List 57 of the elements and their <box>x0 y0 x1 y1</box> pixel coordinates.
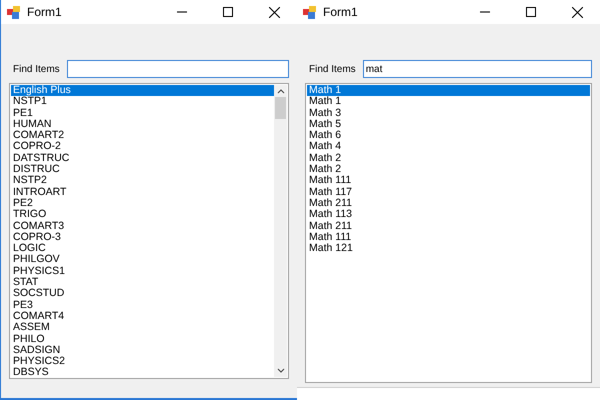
list-item[interactable]: COMART4 <box>11 310 274 322</box>
list-item[interactable]: Math 211 <box>307 198 590 210</box>
list-item[interactable]: INTROART <box>11 186 274 198</box>
list-item[interactable]: SOCSTUD <box>11 288 274 300</box>
list-item[interactable]: NSTP2 <box>11 175 274 187</box>
close-icon[interactable] <box>268 6 280 18</box>
window-title: Form1 <box>323 5 359 19</box>
items-listbox[interactable]: English Plus NSTP1 PE1 HUMAN COMART2 COPRO-2 DATSTRUC DISTRUC NSTP2 INTROART PE2 TRIGO COMART3 COPRO-3 LOGIC PHILGOV PHYSICS1 STAT SOCSTUD PE3 COMART4 ASSEM PHILO SADSIGN PHYSICS2 DBSYS <box>9 83 289 379</box>
list-item[interactable]: DBSYS <box>11 367 274 379</box>
list-item[interactable]: Math 113 <box>307 209 590 221</box>
list-item[interactable]: Math 1 <box>307 85 590 96</box>
list-item[interactable]: Math 6 <box>307 130 590 142</box>
list-item[interactable]: TRIGO <box>11 209 274 221</box>
list-item[interactable]: Math 211 <box>307 220 590 232</box>
list-item[interactable]: COPRO-2 <box>11 141 274 153</box>
find-label: Find Items <box>13 64 60 74</box>
list-item[interactable]: PHYSICS1 <box>11 266 274 278</box>
list-item[interactable]: DISTRUC <box>11 164 274 176</box>
maximize-icon[interactable] <box>223 7 233 17</box>
list-item[interactable]: PHILGOV <box>11 254 274 266</box>
list-item[interactable]: Math 111 <box>307 232 590 244</box>
close-icon[interactable] <box>572 6 582 18</box>
list-item[interactable]: COPRO-3 <box>11 232 274 244</box>
find-field[interactable] <box>66 60 289 78</box>
list-item[interactable]: ASSEM <box>11 322 274 334</box>
list-item[interactable]: Math 5 <box>307 118 590 130</box>
window-title: Form1 <box>27 5 63 19</box>
list-item[interactable]: Math 2 <box>307 164 590 176</box>
list-item[interactable]: STAT <box>11 277 274 288</box>
list-item[interactable]: PE1 <box>11 108 274 119</box>
maximize-icon[interactable] <box>526 7 536 17</box>
app-icon <box>7 6 20 18</box>
list-item[interactable]: English Plus <box>11 85 274 96</box>
scroll-thumb[interactable] <box>275 97 286 119</box>
list-item[interactable]: LOGIC <box>11 243 274 254</box>
list-item[interactable]: Math 4 <box>307 141 590 153</box>
list-item[interactable]: DATSTRUC <box>11 152 274 164</box>
list-item[interactable]: Math 1 <box>307 96 590 108</box>
list-item[interactable]: Math 121 <box>307 243 590 254</box>
list-item[interactable]: PE3 <box>11 300 274 311</box>
list-item[interactable]: SADSIGN <box>11 344 274 356</box>
items-listbox[interactable]: Math 1 Math 1 Math 3 Math 5 Math 6 Math 4 Math 2 Math 2 Math 111 Math 117 Math 211 Math 113 Math 211 Math 111 Math 121 <box>305 83 592 383</box>
scrollbar[interactable] <box>274 85 287 377</box>
list-item[interactable]: COMART3 <box>11 220 274 232</box>
find-field[interactable]: mat <box>362 60 592 78</box>
list-item[interactable]: Math 3 <box>307 108 590 119</box>
list-item[interactable]: COMART2 <box>11 130 274 142</box>
list-item[interactable]: PHYSICS2 <box>11 356 274 368</box>
list-item[interactable]: PHILO <box>11 334 274 345</box>
list-item[interactable]: HUMAN <box>11 118 274 130</box>
list-item[interactable]: Math 117 <box>307 186 590 198</box>
list-item[interactable]: Math 2 <box>307 152 590 164</box>
list-item[interactable]: NSTP1 <box>11 96 274 108</box>
find-label: Find Items <box>309 64 356 74</box>
list-item[interactable]: PE2 <box>11 198 274 210</box>
app-icon <box>303 6 316 18</box>
list-item[interactable]: Math 111 <box>307 175 590 187</box>
